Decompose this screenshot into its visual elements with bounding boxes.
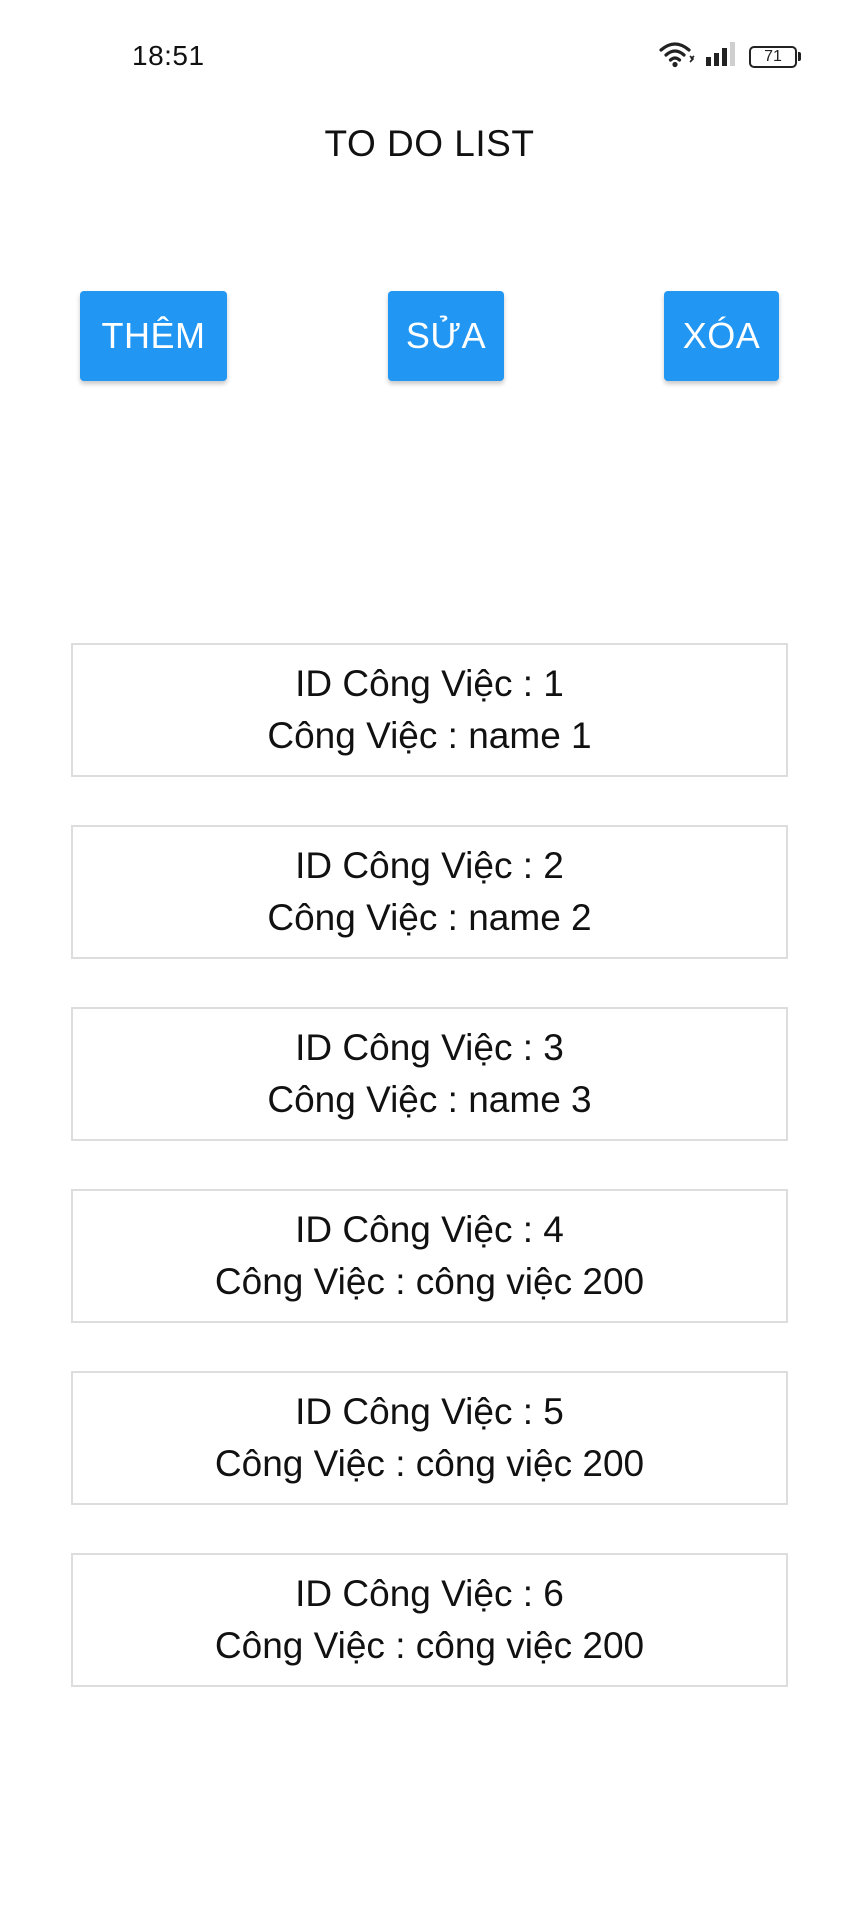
task-id: ID Công Việc : 5 [295,1391,564,1432]
status-time: 18:51 [132,40,205,71]
task-item[interactable]: ID Công Việc : 3 Công Việc : name 3 [71,1007,788,1141]
task-name: Công Việc : name 1 [267,715,592,756]
task-name: Công Việc : công việc 200 [214,1261,645,1302]
status-bar: 18:51 71 [0,0,859,115]
wifi-icon [659,40,695,73]
task-name: Công Việc : công việc 200 [214,1625,645,1666]
task-name: Công Việc : name 3 [267,1079,592,1120]
delete-button[interactable]: XÓA [664,291,779,381]
task-item[interactable]: ID Công Việc : 4 Công Việc : công việc 2… [71,1189,788,1323]
task-id: ID Công Việc : 6 [295,1573,564,1614]
task-item[interactable]: ID Công Việc : 5 Công Việc : công việc 2… [71,1371,788,1505]
battery-icon: 71 [749,45,801,68]
task-name: Công Việc : công việc 200 [214,1443,645,1484]
status-icons: 71 [659,40,801,73]
edit-button[interactable]: SỬA [388,291,504,381]
task-item[interactable]: ID Công Việc : 2 Công Việc : name 2 [71,825,788,959]
task-id: ID Công Việc : 3 [295,1027,564,1068]
task-item[interactable]: ID Công Việc : 1 Công Việc : name 1 [71,643,788,777]
task-list: ID Công Việc : 1 Công Việc : name 1 ID C… [71,643,788,1735]
battery-tip [798,52,801,61]
signal-icon [705,41,739,72]
page-title: TO DO LIST [324,123,535,164]
task-item[interactable]: ID Công Việc : 6 Công Việc : công việc 2… [71,1553,788,1687]
task-id: ID Công Việc : 4 [295,1209,564,1250]
task-id: ID Công Việc : 1 [295,663,564,704]
task-name: Công Việc : name 2 [267,897,592,938]
battery-level: 71 [749,45,797,68]
task-id: ID Công Việc : 2 [295,845,564,886]
add-button[interactable]: THÊM [80,291,227,381]
